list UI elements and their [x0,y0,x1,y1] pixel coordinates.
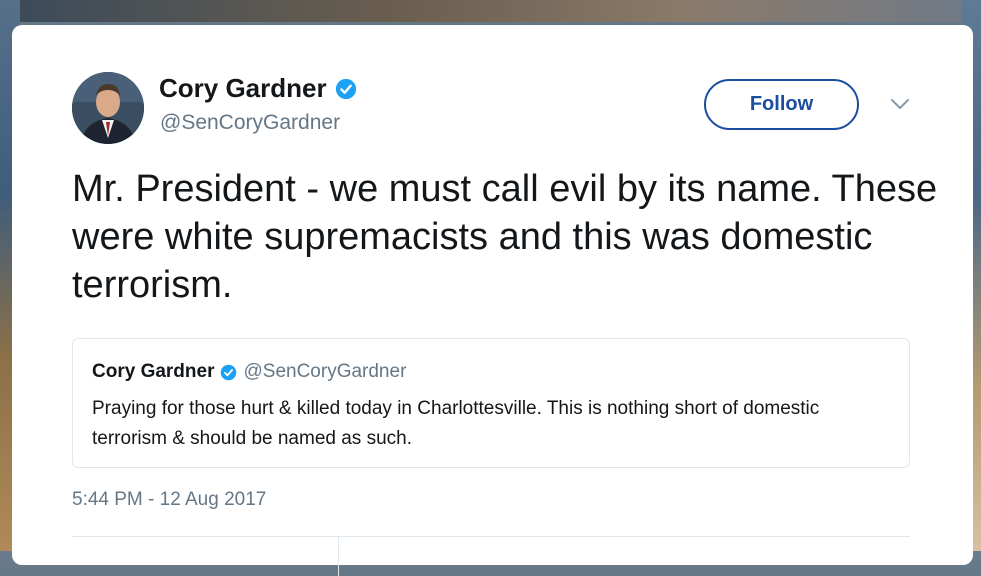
tweet-card: Cory Gardner @SenCoryGardner Follow Mr. … [12,25,973,576]
author-name-row[interactable]: Cory Gardner [159,73,357,104]
author-handle[interactable]: @SenCoryGardner [160,111,340,135]
author-name[interactable]: Cory Gardner [159,73,327,104]
avatar[interactable] [72,72,144,144]
verified-badge-icon [221,364,237,380]
quoted-tweet[interactable]: Cory Gardner @SenCoryGardner Praying for… [72,338,910,468]
quoted-author-name: Cory Gardner [92,361,215,382]
follow-button[interactable]: Follow [704,79,859,130]
chevron-down-icon[interactable] [890,97,910,111]
quoted-author-handle: @SenCoryGardner [243,361,407,382]
quoted-tweet-header: Cory Gardner @SenCoryGardner [92,361,406,383]
tweet-text: Mr. President - we must call evil by its… [72,168,938,306]
verified-badge-icon [335,78,356,99]
tweet-timestamp[interactable]: 5:44 PM - 12 Aug 2017 [72,489,266,511]
background-photo-top [0,0,981,22]
quoted-tweet-text: Praying for those hurt & killed today in… [92,398,820,449]
avatar-portrait [72,72,144,144]
divider [72,536,910,537]
stats-divider [338,536,339,576]
